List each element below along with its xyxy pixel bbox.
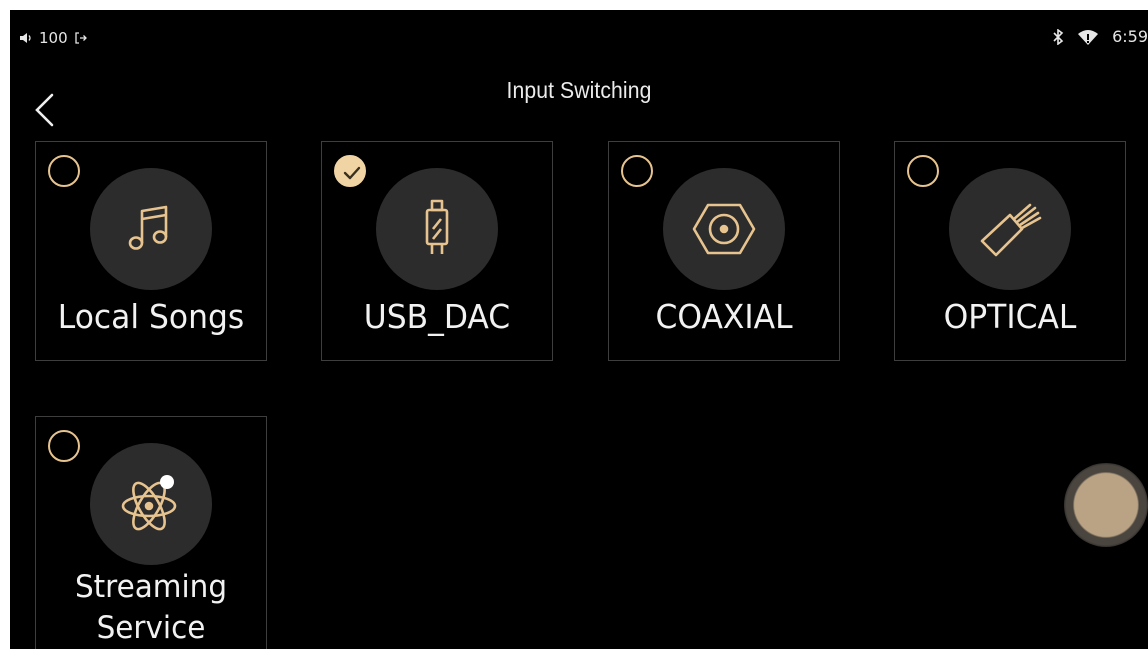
chevron-left-icon xyxy=(35,93,54,127)
card-label: Streaming Service xyxy=(42,567,261,649)
device-screen: 100 6:59 Input Switching Local Songs USB… xyxy=(10,10,1148,649)
clock: 6:59 xyxy=(1112,27,1148,46)
icon-circle xyxy=(376,168,498,290)
coaxial-connector-icon xyxy=(692,203,756,255)
icon-circle xyxy=(90,443,212,565)
card-label: Local Songs xyxy=(57,297,245,336)
radio-button[interactable] xyxy=(48,155,80,187)
radio-button[interactable] xyxy=(907,155,939,187)
wifi-icon xyxy=(1078,29,1099,45)
icon-circle xyxy=(663,168,785,290)
bluetooth-icon xyxy=(1052,28,1064,45)
radio-button-checked[interactable] xyxy=(334,155,366,187)
input-card-coaxial[interactable]: COAXIAL xyxy=(608,141,840,361)
back-button[interactable] xyxy=(32,92,56,128)
input-card-local-songs[interactable]: Local Songs xyxy=(35,141,267,361)
status-bar-left: 100 xyxy=(19,29,88,47)
input-card-streaming-service[interactable]: Streaming Service xyxy=(35,416,267,649)
input-card-optical[interactable]: OPTICAL xyxy=(894,141,1126,361)
status-bar-right: 6:59 xyxy=(1052,27,1148,46)
card-label: COAXIAL xyxy=(655,297,793,336)
card-label-line1: Streaming xyxy=(74,569,228,605)
card-label: USB_DAC xyxy=(363,297,511,336)
card-label-line2: Service xyxy=(96,609,206,646)
icon-circle xyxy=(949,168,1071,290)
music-note-icon xyxy=(128,205,168,250)
input-source-icon xyxy=(74,31,88,45)
input-card-usb-dac[interactable]: USB_DAC xyxy=(321,141,553,361)
page-title: Input Switching xyxy=(506,77,652,103)
volume-icon xyxy=(19,32,33,44)
radio-button[interactable] xyxy=(48,430,80,462)
optical-fiber-icon xyxy=(980,203,1042,257)
radio-button[interactable] xyxy=(621,155,653,187)
volume-level: 100 xyxy=(39,29,68,47)
atom-icon xyxy=(121,475,177,531)
floating-assistive-button[interactable] xyxy=(1064,463,1148,547)
card-label: OPTICAL xyxy=(943,297,1077,336)
usb-plug-icon xyxy=(425,199,449,254)
checkmark-icon xyxy=(343,166,361,180)
icon-circle xyxy=(90,168,212,290)
